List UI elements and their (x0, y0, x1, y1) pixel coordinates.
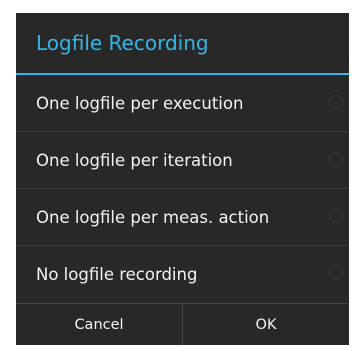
radio-button[interactable] (329, 95, 343, 109)
radio-button[interactable] (329, 266, 343, 280)
option-per-iteration[interactable]: One logfile per iteration (16, 131, 349, 188)
option-per-execution[interactable]: One logfile per execution (16, 75, 349, 131)
ok-button[interactable]: OK (182, 304, 349, 345)
option-label: No logfile recording (36, 264, 198, 284)
dialog-title-bar: Logfile Recording (16, 13, 349, 73)
option-per-meas-action[interactable]: One logfile per meas. action (16, 188, 349, 245)
radio-button[interactable] (329, 209, 343, 223)
option-label: One logfile per iteration (36, 150, 233, 170)
option-no-recording[interactable]: No logfile recording (16, 245, 349, 302)
dialog-title: Logfile Recording (36, 31, 209, 55)
option-label: One logfile per meas. action (36, 207, 270, 227)
logfile-recording-dialog: Logfile Recording One logfile per execut… (16, 13, 349, 345)
dialog-button-bar: Cancel OK (16, 303, 349, 345)
radio-button[interactable] (329, 152, 343, 166)
cancel-button[interactable]: Cancel (16, 304, 182, 345)
option-list: One logfile per execution One logfile pe… (16, 75, 349, 302)
option-label: One logfile per execution (36, 93, 244, 113)
